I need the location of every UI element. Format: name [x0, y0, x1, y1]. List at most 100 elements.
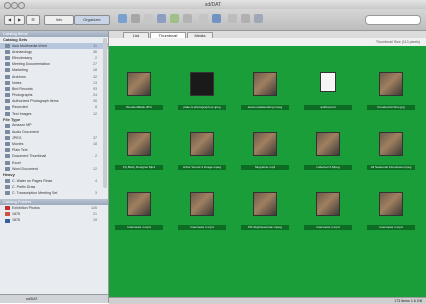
thumbnail-item[interactable]: plate-9-photograph-pc.jpeg — [176, 56, 228, 114]
thumbnail-item[interactable]: Interviews 1.mp4 — [365, 176, 417, 234]
catalog-folder-label: 1876 — [12, 218, 20, 223]
search-field[interactable] — [365, 15, 421, 25]
thumbnail-caption: plate-9-photograph-pc.jpeg — [178, 105, 226, 110]
thumbnail-item[interactable]: NS Skylinewoman.mpeg — [239, 176, 291, 234]
thumbnail-caption: anthropi.txt — [304, 105, 352, 110]
edit-icon[interactable] — [131, 14, 140, 23]
thumbnail-caption: Flooded Archive.jpg — [367, 105, 415, 110]
thumbnail-image — [379, 132, 403, 156]
title-bar: sd/DAT — [0, 0, 426, 9]
folder-icon — [5, 218, 10, 223]
view-list-button[interactable]: ☰ — [26, 15, 40, 25]
settings-icon[interactable] — [254, 14, 263, 23]
thumbnail-caption: Arbor Sound 4 Image.mpeg — [178, 165, 226, 170]
thumbnail-item[interactable]: Skypeline.mp4 — [239, 116, 291, 174]
sidebar-item-count: 12 — [93, 111, 97, 116]
folder-icon — [5, 191, 10, 195]
folder-icon — [5, 154, 10, 159]
folder-icon — [5, 87, 10, 91]
thumbnail-caption: NS Skylinewoman.mpeg — [241, 225, 289, 230]
thumbnail-image — [379, 72, 403, 96]
thumbnail-item[interactable]: anthropi.txt — [302, 56, 354, 114]
thumbnail-item[interactable]: Arbor Sound 4 Image.mpeg — [176, 116, 228, 174]
print-icon[interactable] — [228, 14, 237, 23]
thumbnail-image — [253, 192, 277, 216]
thumbnail-item[interactable]: WoodenMask.JPG — [113, 56, 165, 114]
thumbnail-item[interactable]: Interviews 1.mp4 — [302, 176, 354, 234]
delete-icon[interactable] — [144, 14, 153, 23]
thumbnail-image — [379, 192, 403, 216]
thumbnail-item[interactable]: Flooded Archive.jpg — [365, 56, 417, 114]
thumbnail-image — [127, 192, 151, 216]
folder-icon — [5, 111, 10, 116]
thumbnail-item[interactable]: Fly Baby Designer.Mp4 — [113, 116, 165, 174]
organizer-button[interactable]: Organizer — [74, 15, 110, 25]
link-icon[interactable] — [157, 14, 166, 23]
thumbnail-size-label: Thumbnail Size (113 pixels) — [375, 39, 420, 44]
sidebar-item-count: 3 — [95, 190, 97, 195]
folder-icon — [5, 160, 10, 165]
thumbnail-item[interactable]: All Seasonal Interviews.mpeg — [365, 116, 417, 174]
folder-icon — [5, 99, 10, 104]
thumbnail-item[interactable]: steel-metalworking.mpeg — [239, 56, 291, 114]
import-icon[interactable] — [170, 14, 179, 23]
sort-icon[interactable] — [199, 14, 208, 23]
item-count: 173 items 1.6 GB — [394, 299, 422, 303]
folder-icon — [5, 206, 10, 211]
thumbnail-image — [190, 192, 214, 216]
thumbnail-caption: All Seasonal Interviews.mpeg — [367, 165, 415, 170]
sidebar-item-label: Word Document — [12, 166, 38, 171]
thumbnail-caption: steel-metalworking.mpeg — [241, 105, 289, 110]
folder-icon — [5, 166, 10, 171]
thumbnail-image — [253, 132, 277, 156]
folder-icon — [5, 80, 10, 85]
window-title: sd/DAT — [204, 1, 222, 8]
thumbnail-image — [253, 72, 277, 96]
thumbnail-item[interactable]: Interviews 1.mp4 — [176, 176, 228, 234]
new-icon[interactable] — [118, 14, 127, 23]
forward-button[interactable]: ▶ — [14, 15, 25, 25]
folder-icon — [5, 129, 10, 134]
sidebar: Catalog Items Catalog Sets Asia Multimedi… — [0, 31, 109, 303]
folder-icon — [5, 184, 10, 189]
thumbnail-caption: Interviews 1.mp4 — [115, 225, 163, 230]
folder-icon — [5, 68, 10, 73]
copy-icon[interactable] — [241, 14, 250, 23]
app-window: sd/DAT ◀ ▶ ☰ Info Organizer Catalog Item… — [0, 0, 426, 304]
sidebar-item[interactable]: Word Document 12 — [0, 166, 108, 172]
sidebar-item[interactable]: C. Transcription Meeting Set 3 — [0, 190, 108, 196]
catalog-folder-count: 19 — [93, 218, 97, 223]
folder-icon — [5, 135, 10, 140]
thumbnail-grid: WoodenMask.JPG plate-9-photograph-pc.jpeg… — [109, 46, 426, 297]
sidebar-scrollbar[interactable] — [103, 38, 107, 188]
thumbnail-image — [316, 192, 340, 216]
folder-icon — [5, 142, 10, 147]
view-tabs: List Thumbnail Media — [109, 31, 426, 39]
thumbnail-caption: Interviews 1.mp4 — [178, 225, 226, 230]
folder-icon — [5, 74, 10, 79]
sidebar-item-label: C. Transcription Meeting Set — [12, 190, 58, 195]
sidebar-footer: sd/DAT — [0, 294, 108, 303]
folder-icon — [5, 62, 10, 67]
sidebar-item-count: 12 — [93, 166, 97, 171]
toolbar: ◀ ▶ ☰ Info Organizer — [0, 9, 426, 31]
folder-icon — [5, 43, 10, 48]
info-button[interactable]: Info — [44, 15, 74, 25]
share-icon[interactable] — [212, 14, 221, 23]
thumbnail-caption: WoodenMask.JPG — [115, 105, 163, 110]
sidebar-item-label: Text Images — [12, 111, 32, 116]
catalog-folder-item[interactable]: 1876 19 — [0, 217, 108, 223]
folder-icon — [5, 178, 10, 183]
thumbnail-item[interactable]: collected 3.Mpeg — [302, 116, 354, 174]
thumbnail-item[interactable]: Interviews 1.mp4 — [113, 176, 165, 234]
folder-icon — [5, 56, 10, 61]
folder-icon — [5, 105, 10, 110]
export-icon[interactable] — [183, 14, 192, 23]
thumbnail-image — [316, 132, 340, 156]
sidebar-item[interactable]: Text Images 12 — [0, 111, 108, 117]
thumbnail-image — [190, 132, 214, 156]
thumbnail-caption: collected 3.Mpeg — [304, 165, 352, 170]
folder-icon — [5, 93, 10, 98]
thumbnail-caption: Interviews 1.mp4 — [304, 225, 352, 230]
folder-icon — [5, 212, 10, 217]
